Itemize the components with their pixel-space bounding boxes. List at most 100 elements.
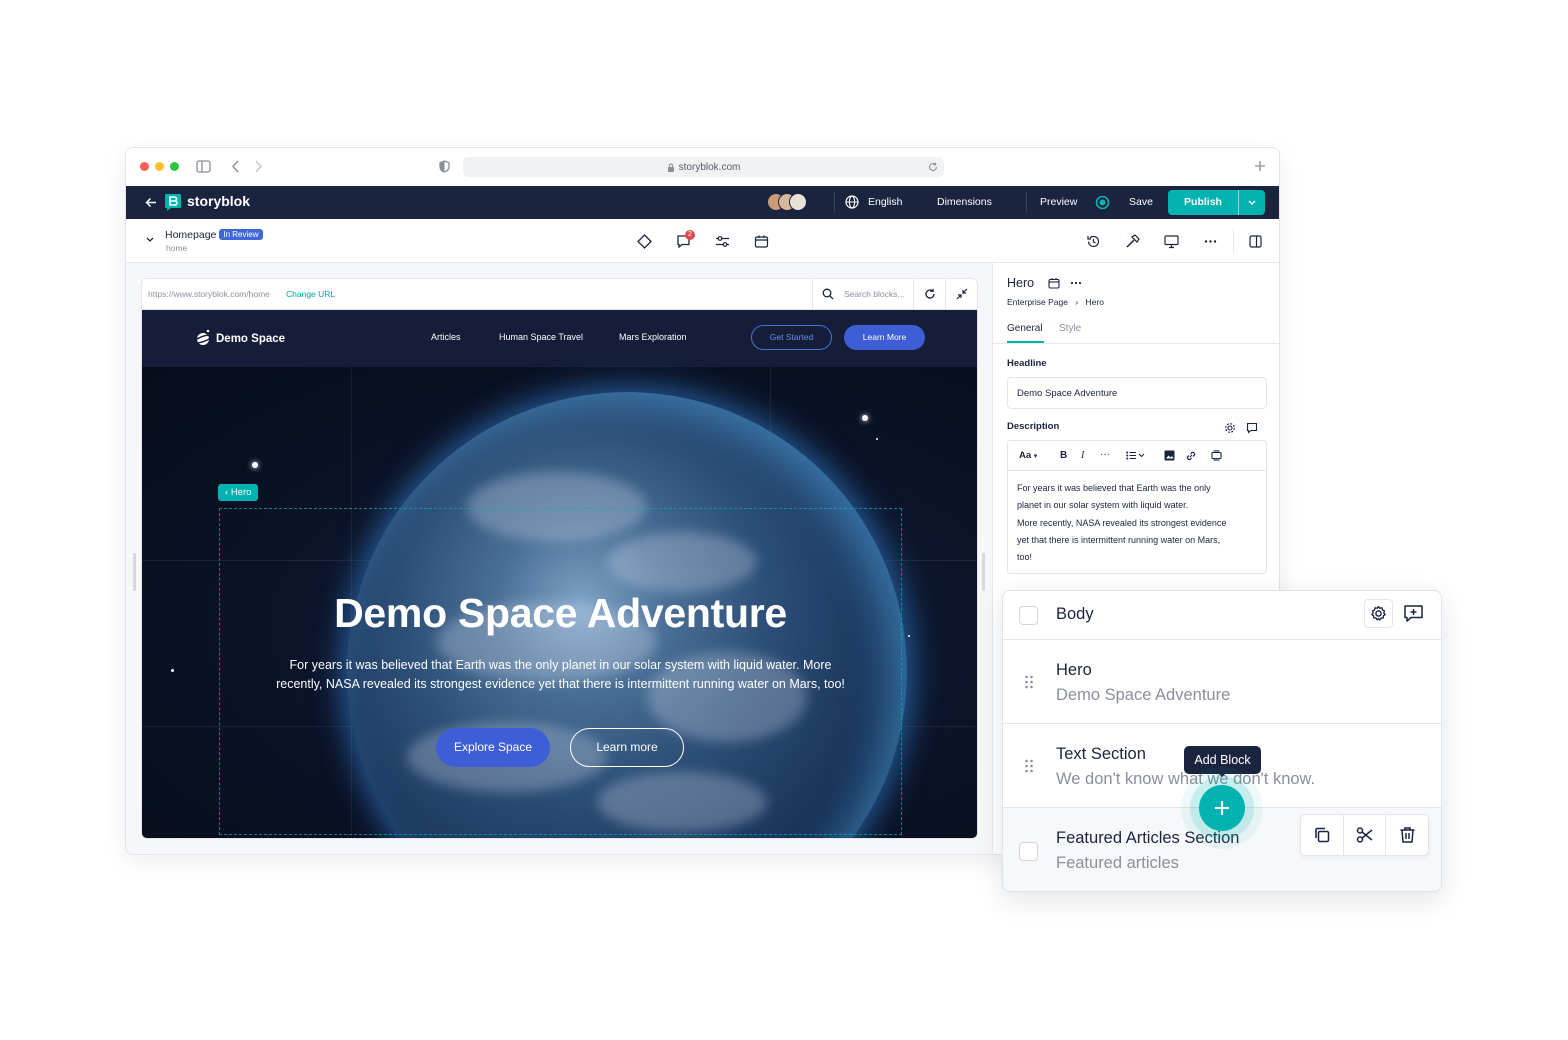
address-bar[interactable]: storyblok.com	[463, 157, 944, 177]
block-actions-toolbar	[1300, 814, 1429, 856]
explore-space-button[interactable]: Explore Space	[436, 728, 550, 767]
preview-toggle-icon[interactable]	[1095, 195, 1110, 210]
bold-icon[interactable]: B	[1060, 450, 1067, 461]
block-insert-icon[interactable]	[1211, 450, 1222, 461]
headline-input[interactable]: Demo Space Adventure	[1007, 377, 1267, 409]
close-window-button[interactable]	[140, 162, 149, 171]
search-blocks-input[interactable]: Search blocks...	[844, 289, 904, 299]
brand-name: storyblok	[187, 193, 251, 209]
preview-url: https://www.storyblok.com/home	[148, 289, 270, 299]
divider	[945, 279, 946, 310]
tooltip-arrow	[1217, 772, 1227, 777]
drag-handle-icon[interactable]	[1025, 759, 1033, 773]
star	[171, 669, 174, 672]
tag-diamond-icon[interactable]	[637, 234, 652, 249]
exit-arrow-icon[interactable]	[145, 197, 157, 208]
star	[876, 438, 878, 440]
hero-block-tag[interactable]: ‹ Hero	[218, 484, 259, 501]
tab-style[interactable]: Style	[1059, 323, 1081, 334]
refresh-icon[interactable]	[924, 288, 936, 300]
language-selector[interactable]: English	[868, 196, 902, 208]
copy-icon	[1315, 827, 1330, 843]
reload-icon[interactable]	[928, 162, 938, 172]
description-line: More recently, NASA revealed its stronge…	[1017, 517, 1227, 528]
story-menu-chevron-icon[interactable]	[146, 237, 154, 242]
add-block-button[interactable]	[1199, 785, 1245, 831]
get-started-button[interactable]: Get Started	[751, 325, 832, 350]
search-icon	[822, 288, 834, 300]
gear-icon[interactable]	[1224, 422, 1236, 434]
learn-more-button[interactable]: Learn more	[570, 728, 684, 767]
site-navbar: Demo Space Articles Human Space Travel M…	[142, 310, 977, 367]
learn-more-nav-button[interactable]: Learn More	[844, 325, 925, 350]
sidebar-toggle-icon[interactable]	[196, 160, 211, 173]
cut-button[interactable]	[1344, 815, 1387, 855]
description-line: yet that there is intermittent running w…	[1017, 534, 1221, 545]
more-options-icon[interactable]	[1070, 277, 1082, 289]
website-preview: Demo Space Articles Human Space Travel M…	[142, 310, 977, 838]
description-line: For years it was believed that Earth was…	[1017, 483, 1211, 493]
privacy-shield-icon[interactable]	[439, 160, 450, 173]
description-richtext-editor[interactable]: Aa ▾ B I ··· For years it was believed t…	[1007, 440, 1267, 574]
chevron-right-icon: ›	[1075, 297, 1079, 307]
publish-dropdown-chevron-icon[interactable]	[1238, 190, 1265, 215]
back-arrow-icon[interactable]	[231, 160, 240, 173]
collapse-arrows-icon[interactable]	[956, 288, 968, 300]
link-icon[interactable]	[1185, 450, 1197, 462]
image-icon[interactable]	[1164, 450, 1175, 461]
resize-handle-right[interactable]	[982, 553, 985, 591]
forward-arrow-icon[interactable]	[254, 160, 263, 173]
avatar	[789, 193, 807, 211]
calendar-icon[interactable]	[1048, 277, 1060, 289]
breadcrumb-item[interactable]: Enterprise Page	[1007, 297, 1068, 307]
story-title[interactable]: Homepage In Review	[165, 229, 263, 241]
hero-tag-label: Hero	[230, 487, 252, 498]
story-slug: home	[166, 243, 188, 253]
preview-url-bar: https://www.storyblok.com/home Change UR…	[142, 279, 977, 310]
add-comment-icon[interactable]	[1403, 604, 1424, 623]
tools-hammer-icon[interactable]	[1125, 234, 1140, 249]
change-url-link[interactable]: Change URL	[286, 289, 335, 299]
breadcrumb-item[interactable]: Hero	[1086, 297, 1104, 307]
sliders-icon[interactable]	[715, 234, 730, 249]
preview-button[interactable]: Preview	[1040, 196, 1077, 208]
settings-gear-button[interactable]	[1364, 599, 1393, 628]
divider	[1233, 229, 1234, 253]
more-formatting-icon[interactable]: ···	[1100, 449, 1110, 460]
publish-button[interactable]: Publish	[1168, 190, 1265, 215]
plus-icon	[1215, 801, 1229, 815]
duplicate-button[interactable]	[1301, 815, 1344, 855]
block-title: Hero	[1056, 661, 1092, 679]
list-icon[interactable]	[1126, 451, 1146, 460]
save-button[interactable]: Save	[1129, 196, 1153, 208]
comments-icon[interactable]: 2	[676, 230, 695, 249]
maximize-window-button[interactable]	[170, 162, 179, 171]
description-label: Description	[1007, 421, 1060, 432]
block-row-hero[interactable]: Hero Demo Space Adventure	[1003, 639, 1441, 723]
italic-icon[interactable]: I	[1081, 450, 1084, 461]
tab-general[interactable]: General	[1007, 323, 1043, 334]
resize-handle-left[interactable]	[133, 553, 136, 591]
nav-link-mars-exploration[interactable]: Mars Exploration	[619, 332, 687, 342]
history-icon[interactable]	[1086, 234, 1101, 249]
comment-icon[interactable]	[1246, 422, 1258, 434]
calendar-icon[interactable]	[754, 234, 769, 249]
text-style-dropdown[interactable]: Aa ▾	[1019, 450, 1037, 461]
new-tab-plus-icon[interactable]	[1254, 160, 1266, 172]
select-all-checkbox[interactable]	[1019, 606, 1038, 625]
editor-toolbar: Homepage In Review home 2	[126, 219, 1279, 263]
divider	[812, 279, 813, 310]
nav-link-human-space-travel[interactable]: Human Space Travel	[499, 332, 583, 342]
block-checkbox[interactable]	[1019, 842, 1038, 861]
dimensions-selector[interactable]: Dimensions	[937, 196, 992, 208]
delete-button[interactable]	[1386, 815, 1428, 855]
desktop-monitor-icon[interactable]	[1164, 234, 1179, 249]
collaborator-avatars[interactable]	[767, 193, 811, 211]
site-logo-text[interactable]: Demo Space	[216, 333, 285, 345]
minimize-window-button[interactable]	[155, 162, 164, 171]
drag-handle-icon[interactable]	[1025, 675, 1033, 689]
toggle-sidebar-icon[interactable]	[1249, 235, 1262, 248]
nav-link-articles[interactable]: Articles	[431, 332, 461, 342]
block-title: Text Section	[1056, 745, 1146, 763]
more-options-icon[interactable]	[1203, 234, 1218, 249]
